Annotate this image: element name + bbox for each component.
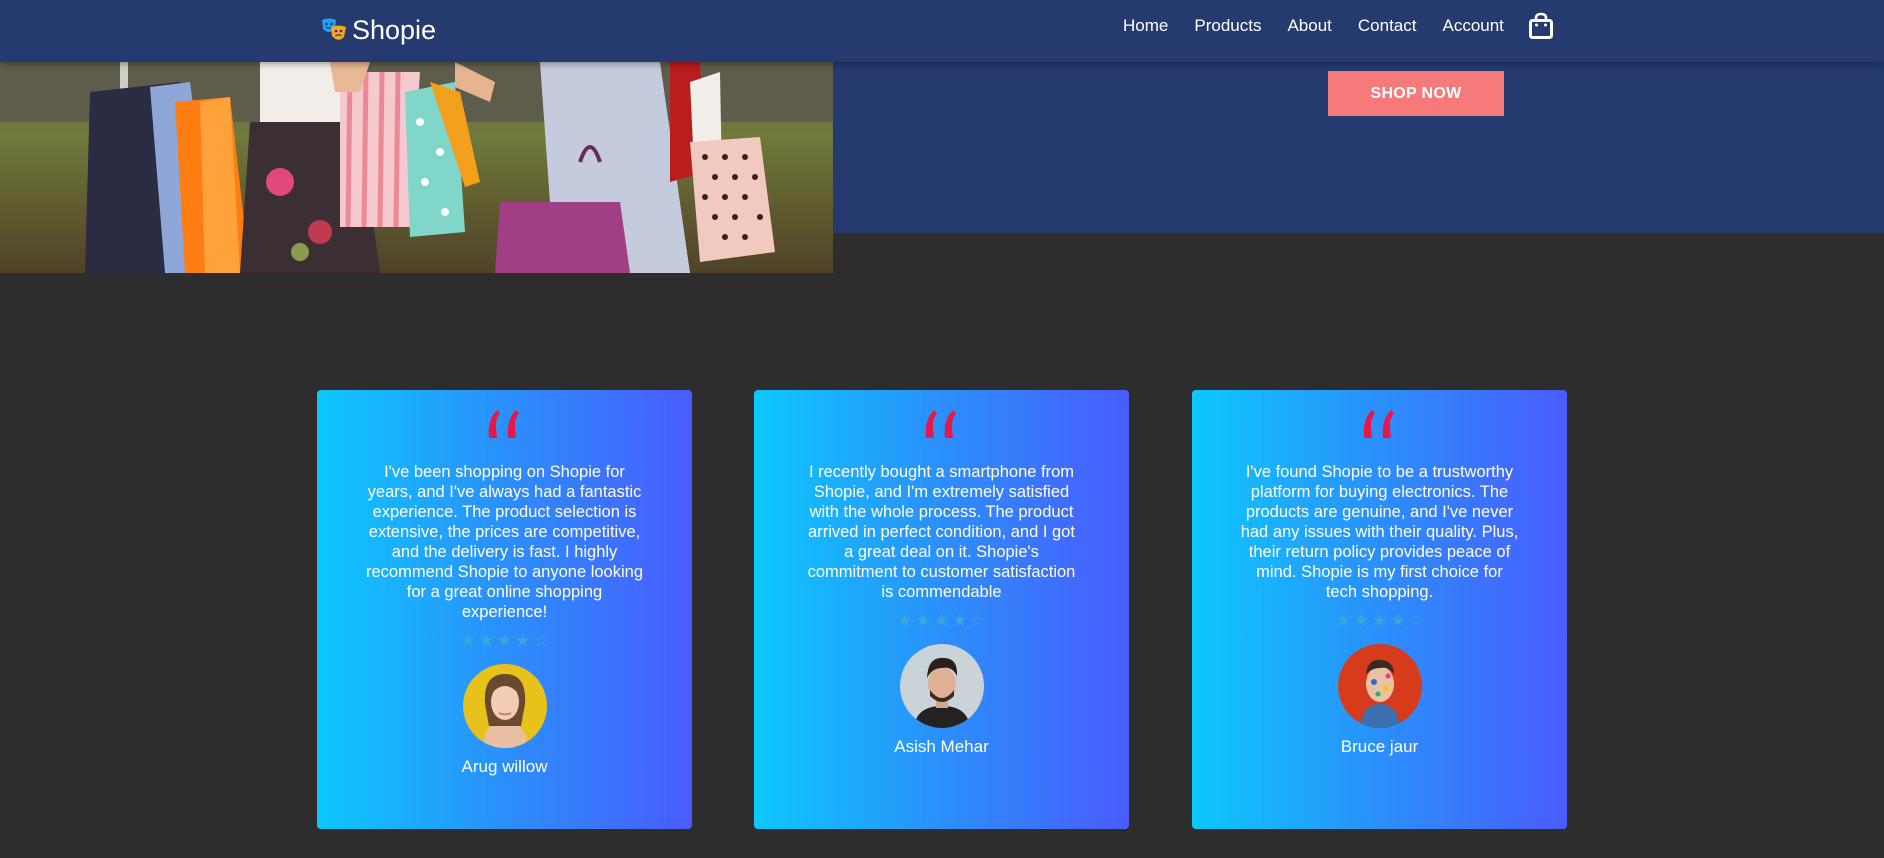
avatar [462, 664, 547, 748]
shopping-bags-photo [0, 62, 833, 273]
star-empty-icon: ☆ [533, 631, 549, 650]
star-filled-icon: ★ [478, 631, 494, 650]
star-filled-icon: ★ [515, 631, 531, 650]
theater-masks-logo-icon [320, 16, 348, 44]
star-filled-icon: ★ [1390, 611, 1406, 630]
testimonial-card: I've been shopping on Shopie for years, … [317, 390, 692, 829]
nav-products[interactable]: Products [1194, 14, 1261, 38]
brand[interactable]: Shopie [320, 12, 436, 48]
shopping-bag-icon[interactable] [1528, 12, 1554, 40]
nav-menu: Home Products About Contact Account [1123, 14, 1530, 38]
rating-stars: ★ ★ ★ ★ ☆ [754, 612, 1129, 629]
rating-stars: ★ ★ ★ ★ ☆ [317, 632, 692, 649]
nav-account[interactable]: Account [1442, 14, 1503, 38]
star-filled-icon: ★ [1353, 611, 1369, 630]
star-filled-icon: ★ [496, 631, 513, 650]
star-filled-icon: ★ [915, 611, 931, 630]
nav-about[interactable]: About [1287, 14, 1331, 38]
star-empty-icon: ☆ [1408, 611, 1424, 630]
shop-now-button[interactable]: SHOP NOW [1328, 71, 1504, 116]
navbar: Shopie Home Products About Contact Accou… [0, 0, 1884, 62]
star-filled-icon: ★ [1371, 611, 1388, 630]
star-filled-icon: ★ [952, 611, 968, 630]
quote-icon [485, 408, 525, 442]
testimonial-card: I've found Shopie to be a trustworthy pl… [1192, 390, 1567, 829]
star-filled-icon: ★ [897, 611, 913, 630]
nav-home[interactable]: Home [1123, 14, 1168, 38]
quote-icon [1360, 408, 1400, 442]
brand-name: Shopie [352, 14, 437, 45]
reviewer-name: Bruce jaur [1340, 737, 1419, 756]
reviewer-name: Arug willow [461, 757, 548, 776]
testimonial-text: I've found Shopie to be a trustworthy pl… [1240, 463, 1519, 601]
star-filled-icon: ★ [933, 611, 950, 630]
quote-icon [922, 408, 962, 442]
testimonial-card: I recently bought a smartphone from Shop… [754, 390, 1129, 829]
avatar [1337, 644, 1422, 728]
rating-stars: ★ ★ ★ ★ ☆ [1192, 612, 1567, 629]
testimonial-text: I recently bought a smartphone from Shop… [807, 463, 1076, 601]
testimonial-text: I've been shopping on Shopie for years, … [365, 463, 643, 621]
star-empty-icon: ☆ [970, 611, 986, 630]
star-filled-icon: ★ [1335, 611, 1351, 630]
nav-contact[interactable]: Contact [1358, 14, 1417, 38]
reviewer-name: Asish Mehar [894, 737, 989, 756]
avatar [899, 644, 984, 728]
star-filled-icon: ★ [460, 631, 476, 650]
